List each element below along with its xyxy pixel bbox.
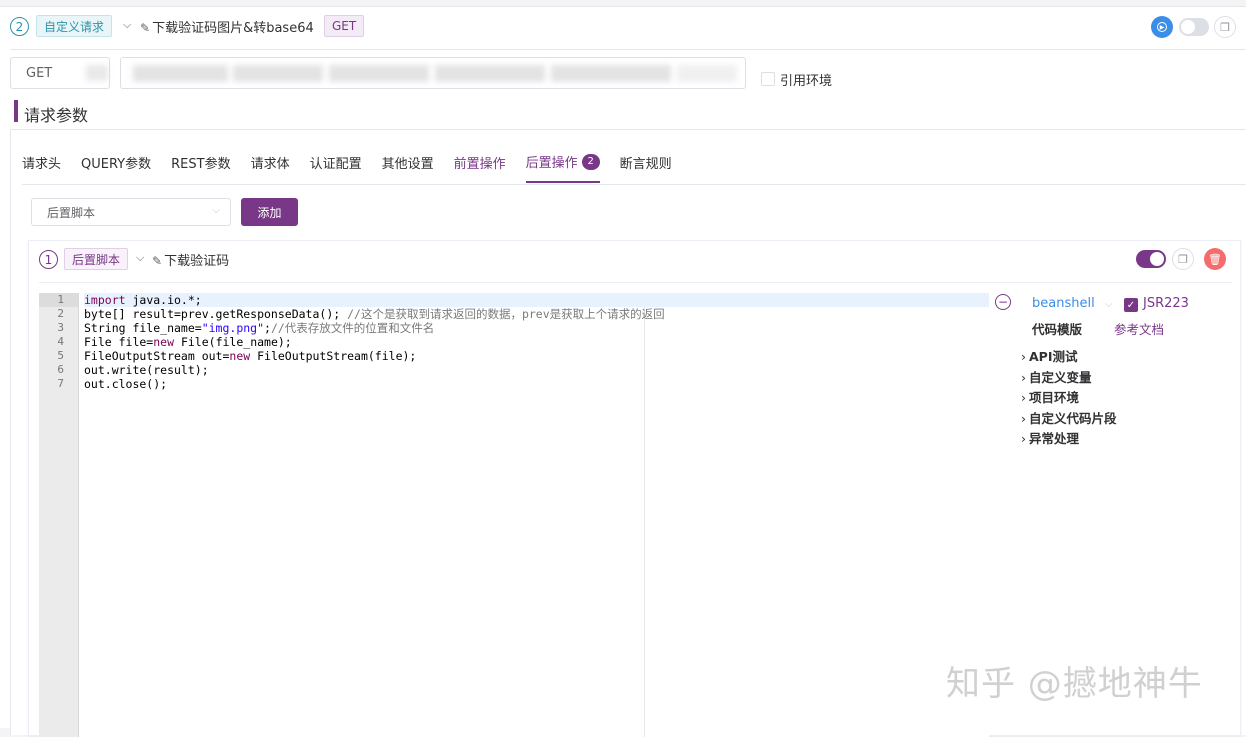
script-delete-button[interactable]: 🗑︎ [1204, 248, 1226, 270]
jsr223-checkbox[interactable]: ✓ [1124, 298, 1138, 312]
script-enable-toggle[interactable] [1136, 250, 1166, 268]
post-op-type-value: 后置脚本 [47, 205, 96, 220]
step-title-text: 下载验证码图片&转base64 [152, 21, 314, 36]
code-line: out.close(); [84, 377, 168, 391]
language-select[interactable]: beanshell ⌵ [1032, 296, 1112, 311]
tree-item-project-env[interactable]: › 项目环境 [1021, 387, 1079, 406]
use-env-label: 引用环境 [780, 74, 833, 89]
language-value: beanshell [1032, 296, 1095, 311]
request-params-panel: 请求头 QUERY参数 REST参数 请求体 认证配置 其他设置 前置操作 后置… [10, 129, 1246, 737]
step-title[interactable]: ✎ 下载验证码图片&转base64 [140, 17, 314, 36]
section-title: 请求参数 [24, 106, 89, 125]
jsr223-label: JSR223 [1143, 296, 1189, 311]
watermark: 知乎 @撼地神牛 [946, 664, 1203, 704]
code-line: import java.io.*; [84, 293, 989, 307]
script-type-tag: 后置脚本 [64, 248, 129, 270]
line-number: 1 [39, 293, 78, 307]
section-accent-bar [14, 100, 18, 122]
tab-query-params[interactable]: QUERY参数 [81, 152, 151, 183]
run-button[interactable]: ▶ [1151, 16, 1173, 38]
tab-post-operations-label: 后置操作 [525, 156, 578, 171]
code-line: FileOutputStream out=new FileOutputStrea… [84, 349, 417, 363]
tab-assertions[interactable]: 断言规则 [620, 152, 672, 183]
step-enable-toggle[interactable] [1179, 18, 1209, 36]
code-line: String file_name="img.png";//代表存放文件的位置和文… [84, 321, 435, 335]
tab-pre-operations[interactable]: 前置操作 [454, 152, 506, 183]
line-number: 5 [57, 349, 64, 362]
script-copy-button[interactable]: ❐ [1172, 248, 1194, 270]
code-line: out.write(result); [84, 363, 209, 377]
script-title[interactable]: ✎ 下载验证码 [152, 250, 229, 269]
chevron-down-icon: ⌵ [1104, 299, 1113, 310]
collapse-minus-icon[interactable]: − [995, 294, 1011, 310]
count-badge: 2 [581, 153, 600, 170]
tab-rest-params[interactable]: REST参数 [171, 152, 230, 183]
line-number: 2 [57, 307, 64, 320]
tab-body[interactable]: 请求体 [251, 152, 290, 183]
code-template-label: 代码模版 [1032, 322, 1083, 337]
tab-other-settings[interactable]: 其他设置 [382, 152, 434, 183]
edit-icon[interactable]: ✎ [152, 254, 162, 268]
request-type-tag: 自定义请求 [36, 15, 113, 37]
copy-button[interactable]: ❐ [1214, 16, 1236, 38]
scenario-step-card: 2 自定义请求 ⌵ ✎ 下载验证码图片&转base64 GET ▶ ❐ GET 引… [0, 6, 1246, 737]
tab-bar: 请求头 QUERY参数 REST参数 请求体 认证配置 其他设置 前置操作 后置… [22, 152, 672, 183]
trash-icon: 🗑︎ [1208, 252, 1222, 266]
url-input[interactable] [120, 57, 746, 89]
tree-item-exception-handling[interactable]: › 异常处理 [1021, 428, 1079, 447]
code-content[interactable]: import java.io.*; byte[] result=prev.get… [84, 293, 989, 391]
method-tag: GET [324, 15, 365, 37]
copy-icon: ❐ [1220, 20, 1230, 34]
line-number-gutter: 1 2 3 4 5 6 7 [39, 293, 79, 737]
code-line: byte[] result=prev.getResponseData(); //… [84, 307, 665, 321]
tab-headers[interactable]: 请求头 [22, 152, 61, 183]
line-number: 3 [57, 321, 64, 334]
play-icon: ▶ [1157, 22, 1167, 32]
copy-icon: ❐ [1178, 252, 1188, 266]
post-op-type-select[interactable]: 后置脚本 ⌵ [31, 198, 231, 226]
add-button[interactable]: 添加 [241, 198, 298, 226]
code-editor[interactable]: 1 2 3 4 5 6 7 import java.io.*; byte[] r… [39, 293, 989, 737]
code-line: File file=new File(file_name); [84, 335, 292, 349]
script-step-number: 1 [39, 250, 58, 269]
tab-post-operations[interactable]: 后置操作 2 [525, 152, 600, 183]
docs-link[interactable]: 参考文档 [1114, 319, 1164, 338]
chevron-down-icon: ⌵ [212, 205, 220, 216]
line-number: 4 [57, 335, 64, 348]
tree-item-custom-snippets[interactable]: › 自定义代码片段 [1021, 408, 1117, 427]
line-number: 7 [57, 377, 64, 390]
tree-item-custom-vars[interactable]: › 自定义变量 [1021, 367, 1092, 386]
line-number: 6 [57, 363, 64, 376]
edit-icon[interactable]: ✎ [140, 21, 150, 35]
step-number: 2 [10, 17, 29, 36]
tree-item-api-test[interactable]: › API测试 [1021, 346, 1078, 365]
blurred-region [86, 65, 108, 81]
chevron-down-icon[interactable]: ⌵ [136, 251, 144, 265]
script-title-text: 下载验证码 [164, 254, 230, 269]
chevron-down-icon[interactable]: ⌵ [123, 18, 131, 32]
use-env-checkbox[interactable] [761, 72, 775, 86]
tab-auth[interactable]: 认证配置 [310, 152, 362, 183]
